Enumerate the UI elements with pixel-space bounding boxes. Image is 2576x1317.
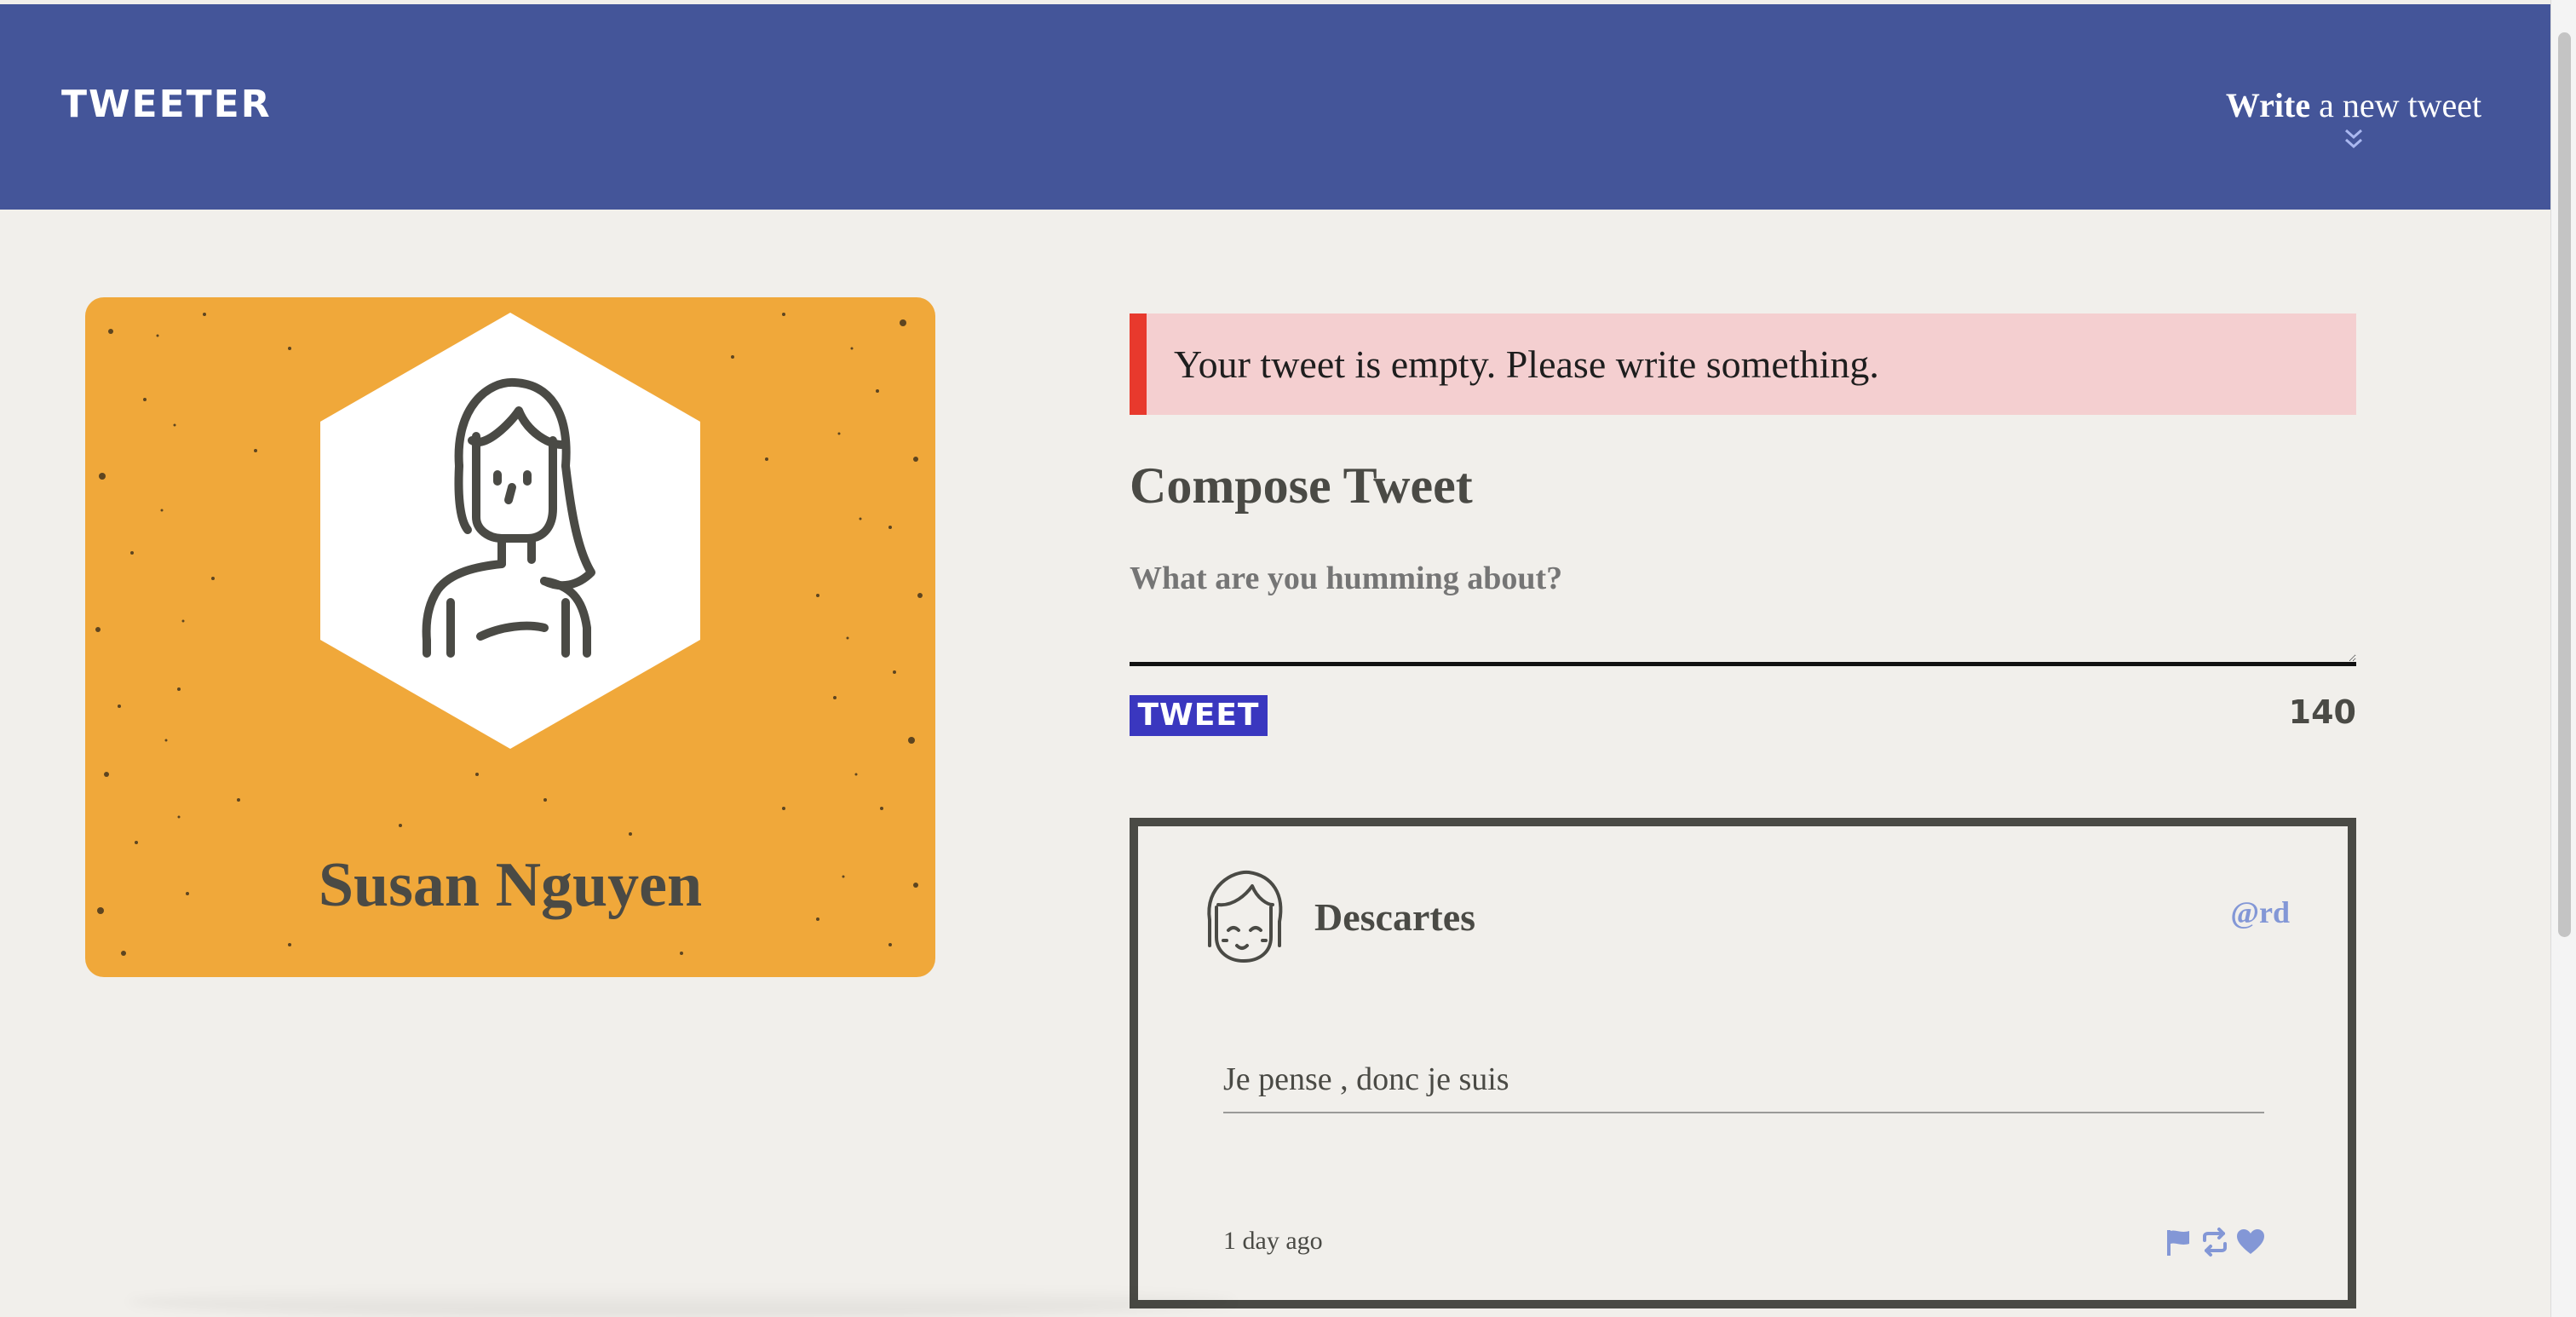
write-word: Write	[2225, 86, 2311, 124]
brand-logo: TWEETER	[61, 83, 272, 126]
a-new-tweet-text: a new tweet	[2310, 86, 2482, 124]
smiling-avatar-icon	[1207, 870, 1283, 963]
tweet-author-handle[interactable]: @rd	[2231, 894, 2291, 930]
scrollbar-thumb[interactable]	[2558, 32, 2571, 937]
profile-name: Susan Nguyen	[318, 850, 703, 920]
profile-card: Susan Nguyen	[85, 297, 935, 977]
heart-icon[interactable]	[2235, 1227, 2266, 1257]
write-new-tweet-label: Write a new tweet	[2217, 86, 2490, 125]
woman-avatar-icon	[422, 377, 595, 658]
tweet-actions	[2164, 1227, 2266, 1257]
compose-title: Compose Tweet	[1130, 457, 1473, 514]
double-chevron-down-icon	[2345, 129, 2362, 149]
tweet-timestamp: 1 day ago	[1223, 1227, 1323, 1255]
retweet-icon[interactable]	[2199, 1227, 2230, 1257]
character-counter: 140	[2288, 693, 2356, 731]
tweet-submit-button[interactable]: TWEET	[1130, 695, 1268, 736]
tweet-textarea[interactable]	[1130, 559, 2356, 666]
tweet-card: Descartes @rd Je pense , donc je suis 1 …	[1130, 818, 2356, 1308]
flag-icon[interactable]	[2164, 1227, 2194, 1257]
bottom-shadow	[128, 1286, 1235, 1317]
error-message: Your tweet is empty. Please write someth…	[1130, 313, 2356, 415]
top-nav: TWEETER Write a new tweet	[0, 4, 2550, 210]
tweet-author-name: Descartes	[1314, 895, 1476, 939]
page-scrollbar[interactable]	[2550, 0, 2576, 1317]
tweet-content: Je pense , donc je suis	[1223, 1061, 2264, 1113]
write-new-tweet-toggle[interactable]: Write a new tweet	[2217, 86, 2490, 152]
